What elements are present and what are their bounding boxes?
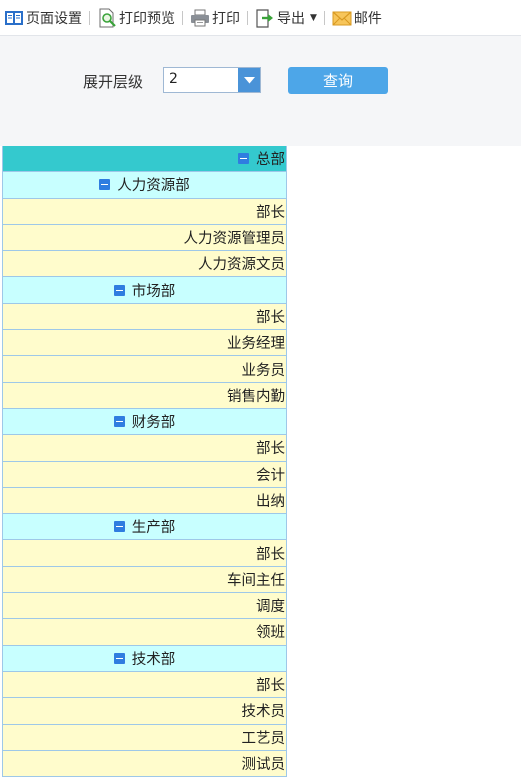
position-row-label: 部长: [256, 309, 285, 326]
collapse-icon[interactable]: [113, 416, 125, 428]
toolbar-divider: [323, 10, 325, 25]
position-row: 测试员: [3, 750, 286, 778]
collapse-icon[interactable]: [99, 179, 111, 191]
position-row: 调度: [3, 593, 286, 620]
parameter-panel: 展开层级 2 查询: [0, 36, 521, 146]
expand-level-label: 展开层级: [83, 73, 144, 91]
org-tree-report: 总部 人力资源部 部长 人力资源管理员 人力资源文员 市场部 部长 业务经理 业务员 销售内勤 财务…: [2, 146, 287, 778]
position-row: 车间主任: [3, 566, 286, 594]
toolbar-divider: [247, 10, 248, 25]
position-row: 销售内勤: [3, 382, 286, 409]
page-setup-icon: [5, 10, 23, 25]
position-row-label: 工艺员: [241, 730, 286, 747]
page-setup-button[interactable]: 页面设置: [2, 6, 84, 30]
position-row-label: 业务员: [241, 362, 286, 379]
position-row: 部长: [3, 198, 286, 225]
department-row[interactable]: 生产部: [3, 514, 286, 541]
expand-level-dropdown[interactable]: 2: [163, 67, 261, 93]
dropdown-arrow-button[interactable]: [238, 68, 260, 92]
department-row-label: 市场部: [131, 283, 176, 300]
export-button[interactable]: 导出 ▼: [253, 6, 319, 30]
department-row-label: 技术部: [131, 651, 176, 668]
chevron-down-icon: ▼: [310, 12, 317, 23]
position-row: 部长: [3, 671, 286, 699]
position-row: 部长: [3, 303, 286, 331]
position-row-label: 技术员: [241, 704, 286, 721]
expand-level-value: 2: [169, 71, 178, 87]
position-row-label: 调度: [256, 599, 285, 616]
collapse-icon[interactable]: [238, 153, 249, 165]
collapse-icon[interactable]: [113, 284, 125, 296]
department-row[interactable]: 市场部: [3, 277, 286, 304]
position-row: 业务经理: [3, 330, 286, 357]
position-row-label: 部长: [256, 204, 285, 221]
mail-button[interactable]: 邮件: [330, 6, 384, 30]
position-row-label: 部长: [256, 441, 285, 458]
page-setup-label: 页面设置: [26, 10, 82, 27]
department-row[interactable]: 技术部: [3, 645, 286, 672]
position-row-label: 车间主任: [227, 572, 285, 589]
tree-root-row-label: 总部: [256, 152, 285, 169]
collapse-icon[interactable]: [113, 521, 125, 533]
mail-icon: [332, 11, 352, 25]
position-row-label: 业务经理: [227, 336, 285, 353]
position-row-label: 会计: [256, 467, 285, 484]
print-label: 打印: [212, 10, 240, 27]
position-row: 工艺员: [3, 724, 286, 751]
export-icon: [256, 8, 273, 28]
position-row-label: 销售内勤: [227, 388, 285, 405]
position-row-label: 领班: [256, 625, 285, 642]
query-button[interactable]: 查询: [288, 67, 388, 94]
position-row-label: 人力资源文员: [198, 257, 285, 274]
toolbar-divider: [182, 10, 183, 25]
print-preview-label: 打印预览: [119, 10, 175, 27]
export-label: 导出: [277, 10, 305, 27]
position-row: 业务员: [3, 356, 286, 383]
department-row[interactable]: 财务部: [3, 408, 286, 436]
position-row: 领班: [3, 619, 286, 646]
position-row: 人力资源管理员: [3, 224, 286, 252]
print-preview-icon: [99, 8, 116, 27]
department-row-label: 人力资源部: [117, 178, 190, 195]
position-row-label: 部长: [256, 678, 285, 695]
position-row: 部长: [3, 540, 286, 567]
department-row[interactable]: 人力资源部: [3, 172, 286, 199]
position-row: 部长: [3, 435, 286, 462]
collapse-icon[interactable]: [113, 652, 125, 664]
position-row: 出纳: [3, 487, 286, 515]
printer-icon: [191, 9, 209, 26]
department-row-label: 财务部: [131, 415, 176, 432]
department-row-label: 生产部: [131, 520, 176, 537]
position-row: 会计: [3, 461, 286, 488]
tree-root-row[interactable]: 总部: [3, 146, 286, 173]
dropdown-arrow-icon: [243, 76, 255, 83]
position-row: 技术员: [3, 698, 286, 725]
toolbar-divider: [89, 10, 90, 25]
position-row-label: 部长: [256, 546, 285, 563]
print-preview-button[interactable]: 打印预览: [95, 6, 177, 30]
position-row-label: 测试员: [241, 756, 286, 773]
position-row: 人力资源文员: [3, 251, 286, 278]
position-row-label: 人力资源管理员: [183, 231, 286, 248]
position-row-label: 出纳: [256, 494, 285, 510]
report-toolbar: 页面设置 打印预览 打印 导出 ▼ 邮件: [0, 0, 521, 36]
mail-label: 邮件: [353, 10, 382, 27]
print-button[interactable]: 打印: [188, 6, 242, 30]
